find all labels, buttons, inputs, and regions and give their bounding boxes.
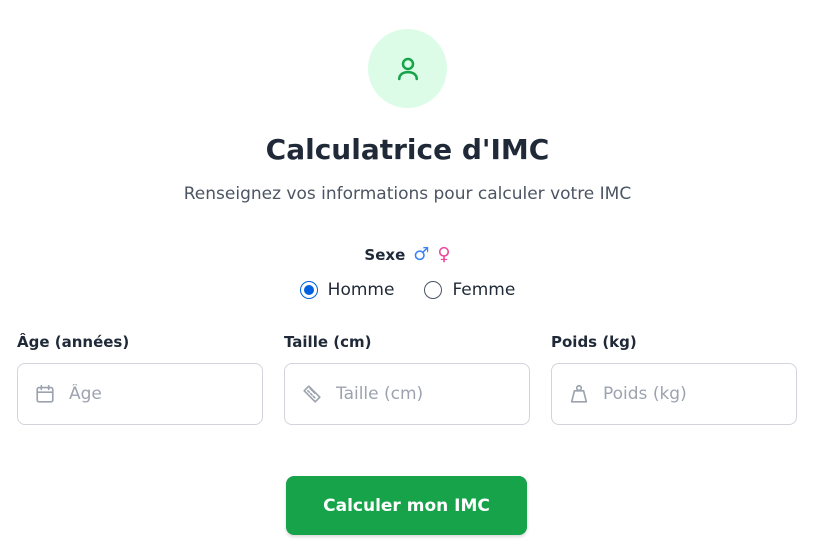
weight-input-box[interactable] xyxy=(551,363,797,425)
radio-homme[interactable] xyxy=(299,281,318,299)
radio-option-femme[interactable]: Femme xyxy=(424,280,515,300)
calculate-bmi-button[interactable]: Calculer mon IMC xyxy=(286,476,527,535)
female-symbol-icon: ♀ xyxy=(437,244,451,265)
weight-input[interactable] xyxy=(603,384,753,404)
radio-option-homme[interactable]: Homme xyxy=(299,280,395,300)
age-label: Âge (années) xyxy=(17,333,130,351)
age-input-box[interactable] xyxy=(17,363,263,425)
sex-label-row: Sexe ♂ ♀ xyxy=(0,243,815,267)
page-subtitle: Renseignez vos informations pour calcule… xyxy=(183,184,632,204)
sex-label: Sexe xyxy=(364,246,406,264)
height-label: Taille (cm) xyxy=(284,333,372,351)
page-title: Calculatrice d'IMC xyxy=(265,133,550,166)
avatar xyxy=(368,29,447,108)
weight-label: Poids (kg) xyxy=(551,333,637,351)
calendar-icon xyxy=(33,382,57,406)
radio-femme-label[interactable]: Femme xyxy=(452,280,515,300)
height-input[interactable] xyxy=(336,384,486,404)
ruler-icon xyxy=(300,382,324,406)
bmi-calculator-page: Calculatrice d'IMC Renseignez vos inform… xyxy=(0,0,815,560)
male-symbol-icon: ♂ xyxy=(413,244,430,265)
user-icon xyxy=(393,54,423,84)
sex-radio-group: Homme Femme xyxy=(0,280,815,300)
age-field: Âge (années) xyxy=(17,331,263,425)
radio-femme[interactable] xyxy=(424,281,443,299)
age-input[interactable] xyxy=(69,384,219,404)
height-field: Taille (cm) xyxy=(284,331,530,425)
height-input-box[interactable] xyxy=(284,363,530,425)
weight-icon xyxy=(567,382,591,406)
radio-homme-label[interactable]: Homme xyxy=(328,280,395,300)
weight-field: Poids (kg) xyxy=(551,331,797,425)
